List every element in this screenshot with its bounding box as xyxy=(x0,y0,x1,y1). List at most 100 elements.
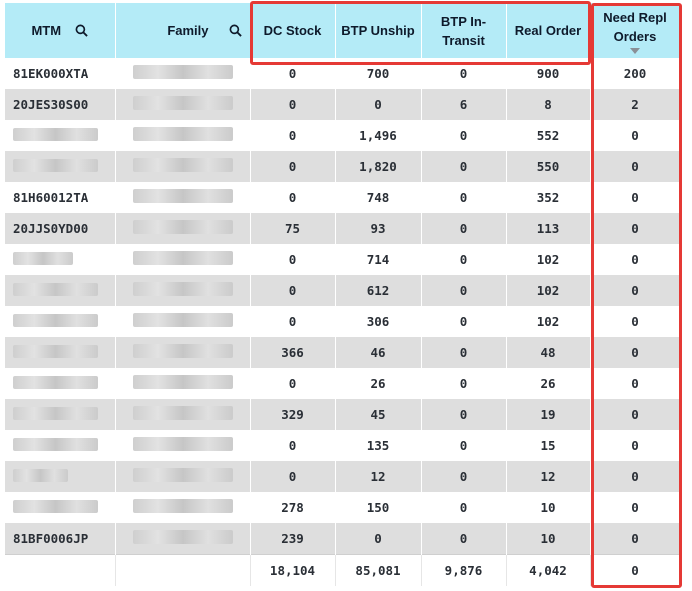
btp-unship-cell: 1,496 xyxy=(335,120,422,151)
family-cell xyxy=(115,213,251,244)
table-row[interactable]: 0 714 0 102 0 xyxy=(5,244,681,275)
btp-unship-cell: 1,820 xyxy=(335,151,422,182)
btp-in-transit-cell: 0 xyxy=(421,58,507,89)
need-repl-orders-cell: 0 xyxy=(590,213,681,244)
table-row[interactable]: 20JES30S00 0 0 6 8 2 xyxy=(5,89,681,120)
need-repl-orders-cell: 0 xyxy=(590,151,681,182)
dc-stock-cell: 239 xyxy=(250,523,336,555)
family-cell xyxy=(115,430,251,461)
family-cell xyxy=(115,120,251,151)
btp-unship-cell: 714 xyxy=(335,244,422,275)
btp-unship-cell: 12 xyxy=(335,461,422,492)
btp-unship-cell: 700 xyxy=(335,58,422,89)
family-cell xyxy=(115,461,251,492)
table-row[interactable]: 20JJS0YD00 75 93 0 113 0 xyxy=(5,213,681,244)
totals-row: 18,104 85,081 9,876 4,042 0 xyxy=(5,554,681,586)
column-header-dc-stock[interactable]: DC Stock xyxy=(250,3,336,58)
mtm-cell xyxy=(5,337,116,368)
redacted-mtm xyxy=(13,313,98,327)
redacted-family xyxy=(132,344,233,358)
table-row[interactable]: 0 1,496 0 552 0 xyxy=(5,120,681,151)
dc-stock-cell: 0 xyxy=(250,275,336,306)
btp-unship-cell: 150 xyxy=(335,492,422,523)
need-repl-orders-cell: 200 xyxy=(590,58,681,89)
table-row[interactable]: 0 1,820 0 550 0 xyxy=(5,151,681,182)
table-row[interactable]: 0 26 0 26 0 xyxy=(5,368,681,399)
redacted-family xyxy=(132,406,233,420)
redacted-family xyxy=(132,437,233,451)
column-label-btp-unship: BTP Unship xyxy=(341,23,415,38)
table-row[interactable]: 0 306 0 102 0 xyxy=(5,306,681,337)
dc-stock-cell: 0 xyxy=(250,120,336,151)
table-row[interactable]: 366 46 0 48 0 xyxy=(5,337,681,368)
redacted-mtm xyxy=(13,468,68,482)
btp-in-transit-cell: 0 xyxy=(421,461,507,492)
inventory-table: MTM Family DC Stock BTP Unship BTP In- T… xyxy=(5,3,681,586)
family-cell xyxy=(115,492,251,523)
btp-unship-cell: 46 xyxy=(335,337,422,368)
column-label-real-order: Real Order xyxy=(514,23,582,38)
need-repl-orders-cell: 0 xyxy=(590,399,681,430)
redacted-mtm xyxy=(13,127,98,141)
table-row[interactable]: 81BF0006JP 239 0 0 10 0 xyxy=(5,523,681,555)
real-order-cell: 15 xyxy=(506,430,591,461)
dc-stock-cell: 0 xyxy=(250,306,336,337)
column-header-real-order[interactable]: Real Order xyxy=(506,3,591,58)
total-btp-in-transit: 9,876 xyxy=(421,554,507,586)
mtm-cell xyxy=(5,430,116,461)
family-cell xyxy=(115,89,251,120)
redacted-mtm xyxy=(13,499,98,513)
column-header-btp-unship[interactable]: BTP Unship xyxy=(335,3,422,58)
need-repl-orders-cell: 0 xyxy=(590,368,681,399)
column-header-need-repl-orders[interactable]: Need Repl Orders xyxy=(590,3,681,58)
column-header-btp-in-transit[interactable]: BTP In- Transit xyxy=(421,3,507,58)
dc-stock-cell: 329 xyxy=(250,399,336,430)
dc-stock-cell: 0 xyxy=(250,151,336,182)
column-header-mtm[interactable]: MTM xyxy=(5,3,116,58)
real-order-cell: 113 xyxy=(506,213,591,244)
dc-stock-cell: 0 xyxy=(250,244,336,275)
table-row[interactable]: 81EK000XTA 0 700 0 900 200 xyxy=(5,58,681,89)
need-repl-orders-cell: 0 xyxy=(590,244,681,275)
btp-unship-cell: 306 xyxy=(335,306,422,337)
redacted-family xyxy=(132,189,233,203)
redacted-family xyxy=(132,499,233,513)
btp-in-transit-cell: 0 xyxy=(421,275,507,306)
btp-unship-cell: 45 xyxy=(335,399,422,430)
mtm-cell: 81BF0006JP xyxy=(5,523,116,555)
table-row[interactable]: 81H60012TA 0 748 0 352 0 xyxy=(5,182,681,213)
mtm-cell xyxy=(5,368,116,399)
dc-stock-cell: 0 xyxy=(250,182,336,213)
need-repl-orders-cell: 0 xyxy=(590,182,681,213)
mtm-cell: 81EK000XTA xyxy=(5,58,116,89)
mtm-cell xyxy=(5,306,116,337)
redacted-family xyxy=(132,375,233,389)
column-header-family[interactable]: Family xyxy=(115,3,251,58)
redacted-mtm xyxy=(13,437,98,451)
family-cell xyxy=(115,275,251,306)
need-repl-orders-cell: 0 xyxy=(590,492,681,523)
dc-stock-cell: 0 xyxy=(250,430,336,461)
need-repl-orders-cell: 0 xyxy=(590,430,681,461)
redacted-mtm xyxy=(13,282,98,296)
table-row[interactable]: 0 612 0 102 0 xyxy=(5,275,681,306)
table-row[interactable]: 329 45 0 19 0 xyxy=(5,399,681,430)
mtm-cell: 81H60012TA xyxy=(5,182,116,213)
redacted-mtm xyxy=(13,251,73,265)
redacted-family xyxy=(132,530,233,544)
table-row[interactable]: 278 150 0 10 0 xyxy=(5,492,681,523)
real-order-cell: 48 xyxy=(506,337,591,368)
real-order-cell: 352 xyxy=(506,182,591,213)
redacted-family xyxy=(132,282,233,296)
dc-stock-cell: 0 xyxy=(250,58,336,89)
real-order-cell: 550 xyxy=(506,151,591,182)
search-icon[interactable] xyxy=(229,24,242,37)
table-row[interactable]: 0 12 0 12 0 xyxy=(5,461,681,492)
real-order-cell: 102 xyxy=(506,244,591,275)
table-row[interactable]: 0 135 0 15 0 xyxy=(5,430,681,461)
real-order-cell: 102 xyxy=(506,306,591,337)
btp-in-transit-cell: 0 xyxy=(421,430,507,461)
search-icon[interactable] xyxy=(75,24,88,37)
mtm-cell xyxy=(5,120,116,151)
mtm-cell xyxy=(5,461,116,492)
